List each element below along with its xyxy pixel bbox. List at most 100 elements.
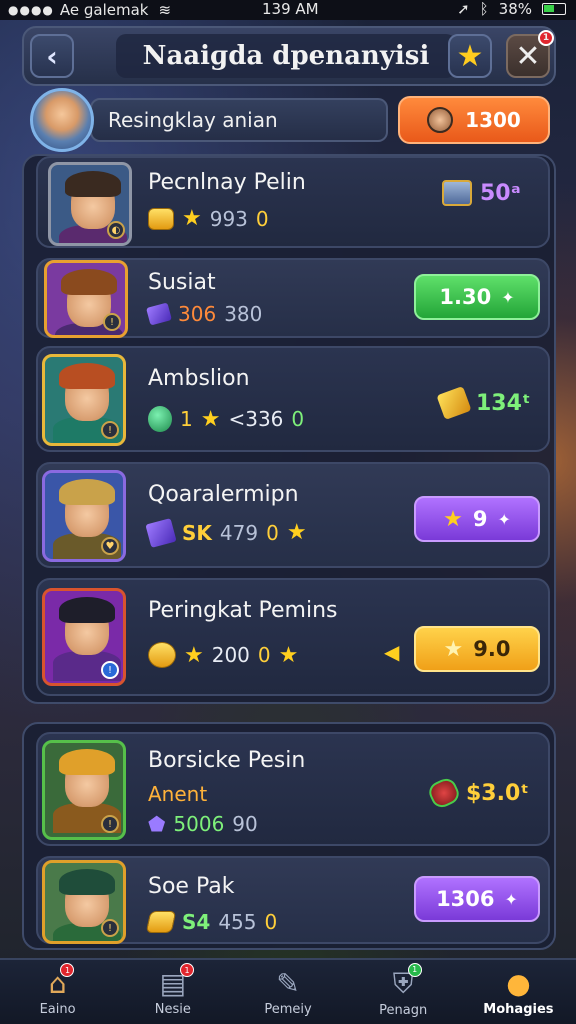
stat-value: 455 [218, 910, 257, 934]
green-gem-icon [148, 406, 172, 432]
reward-value: $3.0ᵗ [466, 780, 529, 806]
upgrade-button[interactable]: 1.30 ✦ [414, 274, 540, 320]
nav-item-home[interactable]: ⌂ 1 Eaino [0, 960, 115, 1024]
character-stats: SK 479 0 ★ [145, 517, 307, 548]
bluetooth-icon: ᛒ [479, 0, 489, 18]
character-portrait: ! [42, 860, 126, 944]
rank-badge-icon: ♥ [101, 537, 119, 555]
stat-value: 0 [266, 520, 279, 545]
list-item[interactable]: ! Ambslion 1 ★ <336 0 134ᵗ [36, 346, 550, 452]
stat-value: SK [182, 520, 212, 545]
nav-badge: 1 [180, 963, 195, 977]
stat-value: 0 [255, 206, 269, 231]
chevron-left-icon: ‹ [46, 39, 58, 73]
battery-percent: 38% [498, 0, 532, 18]
rank-badge-icon: ◐ [107, 221, 125, 239]
reward-value: 134ᵗ [476, 390, 531, 416]
character-name: Pecnlnay Pelin [148, 170, 306, 195]
upgrade-button[interactable]: ★ 9 ✦ [414, 496, 540, 542]
stat-value: 0 [264, 910, 278, 934]
rank-badge-icon: ! [101, 421, 119, 439]
button-label: 9.0 [473, 637, 511, 661]
list-item[interactable]: ◐ Pecnlnay Pelin ★ 993 0 50ᵃ [36, 156, 550, 248]
plus-icon: ✦ [501, 287, 515, 307]
list-item[interactable]: ! Susiat 306 380 1.30 ✦ [36, 258, 550, 338]
chest-icon [442, 180, 472, 206]
close-button[interactable]: ✕ 1 [506, 30, 554, 78]
stat-value: 1 [180, 407, 193, 431]
character-name: Peringkat Pemins [148, 598, 338, 623]
location-icon: ➚ [457, 0, 470, 18]
upgrade-button[interactable]: ★ 9.0 [414, 626, 540, 672]
list-item[interactable]: ♥ Qoaralermipn SK 479 0 ★ ★ 9 ✦ [36, 462, 550, 568]
arrow-left-icon: ◀ [384, 640, 400, 664]
gold-coin-icon [148, 642, 176, 668]
stat-value: 90 [232, 812, 258, 836]
character-stats: ★ 200 0 ★ [148, 642, 298, 668]
favorite-button[interactable]: ★ [448, 34, 492, 78]
player-avatar[interactable] [30, 88, 94, 152]
clock: 139 AM [262, 0, 319, 18]
chat-icon: ▤ 1 [160, 963, 195, 1000]
coins-icon: ● [506, 967, 531, 1000]
shield-icon: ⛨ 1 [393, 962, 422, 1001]
status-right: ➚ ᛒ 38% [457, 0, 566, 18]
nav-label: Mohagies [483, 1002, 554, 1017]
star-icon: ★ [456, 38, 484, 74]
star-icon: ★ [182, 206, 202, 231]
plus-icon: ✦ [497, 509, 511, 529]
stat-value: 200 [211, 643, 250, 667]
wifi-icon: ≋ [158, 1, 172, 19]
shield-gem-icon: ⬟ [148, 812, 166, 836]
stat-value: 0 [257, 643, 271, 667]
currency-pill[interactable]: 1300 [398, 96, 550, 144]
stat-value: 993 [209, 206, 248, 231]
star-icon: ★ [443, 636, 464, 662]
edit-icon: ✎ [276, 967, 300, 1000]
reward-display: $3.0ᵗ [425, 775, 529, 811]
stat-value: 479 [219, 520, 259, 545]
character-name: Qoaralermipn [148, 482, 299, 507]
character-portrait: ! [44, 260, 128, 338]
rank-badge-icon: ! [103, 313, 121, 331]
nav-label: Pemeiy [264, 1002, 312, 1017]
character-subtitle: Anent [148, 782, 208, 806]
list-item[interactable]: ! Soe Pak S4 455 0 1306 ✦ [36, 856, 550, 944]
nav-item-news[interactable]: ▤ 1 Nesie [115, 960, 230, 1024]
character-portrait: ♥ [42, 470, 126, 562]
top-header: ‹ Naaiɡda dpenanyisi ★ ✕ 1 [22, 26, 556, 86]
nav-item-shield[interactable]: ⛨ 1 Penagn [346, 960, 461, 1024]
character-stats: ⬟ 5006 90 [148, 812, 258, 836]
status-bar: ●●●● Ae ɡalemak ≋ 139 AM ➚ ᛒ 38% [0, 0, 576, 20]
carrier-label: Ae ɡalemak [59, 1, 149, 19]
upgrade-button[interactable]: 1306 ✦ [414, 876, 540, 922]
star-icon: ★ [286, 520, 307, 545]
character-stats: 1 ★ <336 0 [148, 406, 304, 432]
star-icon: ★ [278, 642, 299, 668]
nav-label: Nesie [154, 1002, 191, 1017]
reward-display: 50ᵃ [442, 180, 521, 206]
rank-badge-icon: ! [101, 661, 119, 679]
battery-icon [542, 3, 566, 15]
rank-badge-icon: ! [101, 919, 119, 937]
nav-item-coins[interactable]: ● Mohagies [461, 960, 576, 1024]
currency-amount: 1300 [465, 108, 521, 132]
star-icon: ★ [200, 406, 221, 432]
player-name-field[interactable]: Resingklay anian [90, 98, 388, 142]
nav-label: Eaino [39, 1002, 76, 1017]
character-stats: S4 455 0 [145, 910, 278, 934]
stat-value: 5006 [173, 812, 225, 836]
character-portrait: ! [42, 740, 126, 840]
star-icon: ★ [184, 642, 204, 668]
rank-badge-icon: ! [101, 815, 119, 833]
list-item[interactable]: ! Peringkat Pemins ★ 200 0 ★ ◀ ★ 9.0 [36, 578, 550, 696]
back-button[interactable]: ‹ [30, 34, 74, 78]
character-name: Ambslion [148, 366, 250, 391]
signal-dots-icon: ●●●● [8, 3, 54, 17]
nav-item-edit[interactable]: ✎ Pemeiy [230, 960, 345, 1024]
character-portrait: ! [42, 588, 126, 686]
stat-value: S4 [182, 910, 211, 934]
nav-badge: 1 [60, 963, 75, 977]
gem-icon [145, 517, 177, 548]
list-item[interactable]: ! Borsicke Pesin Anent ⬟ 5006 90 $3.0ᵗ [36, 732, 550, 846]
